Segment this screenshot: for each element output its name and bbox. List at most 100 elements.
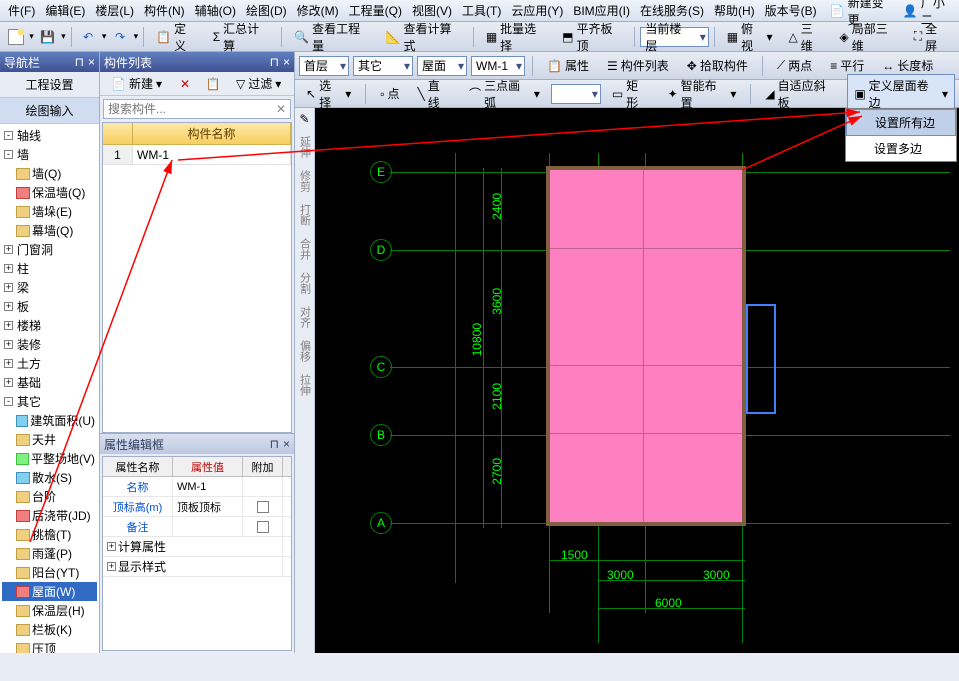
category-select[interactable]: 其它	[353, 56, 413, 76]
nav-panel-header: 导航栏 ⊓ ×	[0, 52, 99, 72]
menu-floor[interactable]: 楼层(L)	[91, 0, 138, 21]
prop-group[interactable]: + 计算属性	[103, 537, 291, 557]
menu-edit[interactable]: 编辑(E)	[41, 0, 89, 21]
extend-tool[interactable]: 延伸	[295, 134, 315, 160]
search-clear-icon[interactable]: ✕	[276, 102, 286, 116]
tree-item[interactable]: 屋面(W)	[2, 582, 97, 601]
offset-tool[interactable]: 偏移	[295, 338, 315, 364]
trim-tool[interactable]: 修剪	[295, 168, 315, 194]
nav-section-drawing[interactable]: 绘图输入	[0, 98, 99, 124]
new-file-icon[interactable]	[4, 25, 27, 49]
batch-select-button[interactable]: ▦ 批量选择	[479, 17, 553, 57]
wm-select[interactable]: WM-1	[471, 56, 525, 76]
view-calc-button[interactable]: 📐 查看计算式	[379, 17, 468, 57]
axis-label: C	[370, 356, 392, 378]
tree-item[interactable]: 压顶	[2, 639, 97, 653]
comp-close-icon[interactable]: ×	[283, 55, 290, 69]
fullscreen-button[interactable]: ⛶ 全屏	[907, 17, 955, 57]
tree-item[interactable]: +梁	[2, 278, 97, 297]
nav-section-settings[interactable]: 工程设置	[0, 72, 99, 98]
axis-label: A	[370, 512, 392, 534]
prop-group[interactable]: + 显示样式	[103, 557, 291, 577]
tree-item[interactable]: -墙	[2, 145, 97, 164]
3d-button[interactable]: △ 三维	[782, 17, 831, 57]
search-box[interactable]: ✕	[103, 99, 291, 119]
tree-item[interactable]: 墙(Q)	[2, 164, 97, 183]
tree-item[interactable]: +楼梯	[2, 316, 97, 335]
sum-calc-button[interactable]: Σ 汇总计算	[206, 17, 276, 57]
align-tool[interactable]: 对齐	[295, 304, 315, 330]
undo-icon[interactable]: ↶	[77, 25, 100, 49]
drawing-canvas[interactable]: E D C B A 2400 3600 2100 2700 10800 1500…	[315, 108, 959, 653]
copy-comp-icon[interactable]: 📋	[201, 72, 225, 96]
props-button[interactable]: 📋 属性	[540, 54, 596, 77]
tree-item[interactable]: 雨蓬(P)	[2, 544, 97, 563]
tree-item[interactable]: 保温层(H)	[2, 601, 97, 620]
comp-pin-icon[interactable]: ⊓	[270, 55, 279, 69]
roof-edge-dropdown: 设置所有边 设置多边	[845, 108, 957, 162]
comp-row[interactable]: 1 WM-1	[103, 145, 291, 165]
tree-item[interactable]: 平整场地(V)	[2, 449, 97, 468]
tree-item[interactable]: 墙垛(E)	[2, 202, 97, 221]
prop-pin-icon[interactable]: ⊓	[270, 437, 279, 451]
prop-row[interactable]: 顶标高(m)顶板顶标	[103, 497, 291, 517]
split-tool[interactable]: 分割	[295, 270, 315, 296]
tree-item[interactable]: +装修	[2, 335, 97, 354]
prop-row[interactable]: 备注	[103, 517, 291, 537]
new-comp-button[interactable]: 📄 新建 ▾	[104, 72, 169, 95]
point-tool[interactable]: ▫ 点	[373, 82, 406, 105]
canvas-toolbar-2: ↖ 选择 ▾ ▫ 点 ╲ 直线 ⌒ 三点画弧 ▾ ▭ 矩形 ✦ 智能布置 ▾ ◢…	[295, 80, 959, 108]
roof-select[interactable]: 屋面	[417, 56, 467, 76]
delete-comp-icon[interactable]: ✕	[173, 72, 197, 96]
prop-close-icon[interactable]: ×	[283, 437, 290, 451]
tree-item[interactable]: 天井	[2, 430, 97, 449]
stretch-tool[interactable]: 拉伸	[295, 372, 315, 398]
tree-item[interactable]: +土方	[2, 354, 97, 373]
arc-options[interactable]	[551, 84, 601, 104]
tree-item[interactable]: 台阶	[2, 487, 97, 506]
tree-item[interactable]: 阳台(YT)	[2, 563, 97, 582]
merge-tool[interactable]: 合并	[295, 236, 315, 262]
tree-item[interactable]: 栏板(K)	[2, 620, 97, 639]
tree-item[interactable]: +柱	[2, 259, 97, 278]
tree-item[interactable]: 保温墙(Q)	[2, 183, 97, 202]
menu-file[interactable]: 件(F)	[4, 0, 39, 21]
local-3d-button[interactable]: ◈ 局部三维	[833, 17, 905, 57]
menu-online[interactable]: 在线服务(S)	[636, 0, 708, 21]
nav-pin-icon[interactable]: ⊓	[75, 55, 84, 69]
axis-label: D	[370, 239, 392, 261]
dropdown-set-multi-edges[interactable]: 设置多边	[846, 136, 956, 161]
tree-item[interactable]: +基础	[2, 373, 97, 392]
pencil-tool-icon[interactable]: ✎	[299, 112, 309, 126]
redo-icon[interactable]: ↷	[108, 25, 131, 49]
property-panel: 属性编辑框 ⊓ × 属性名称 属性值 附加 名称WM-1顶标高(m)顶板顶标备注…	[100, 433, 294, 653]
comp-table: 构件名称 1 WM-1	[102, 122, 292, 433]
save-icon[interactable]: 💾	[36, 25, 59, 49]
floor-combo[interactable]: 当前楼层	[640, 27, 708, 47]
main-toolbar: ▾ 💾 ▾ ↶ ▾ ↷ ▾ 📋 定义 Σ 汇总计算 🔍 查看工程量 📐 查看计算…	[0, 22, 959, 52]
tree-item[interactable]: 挑檐(T)	[2, 525, 97, 544]
axis-label: E	[370, 161, 392, 183]
blue-outline	[746, 304, 776, 414]
filter-button[interactable]: ▽ 过滤 ▾	[229, 72, 288, 95]
tree-item[interactable]: 幕墙(Q)	[2, 221, 97, 240]
tree-item[interactable]: +门窗洞	[2, 240, 97, 259]
top-view-button[interactable]: ▦ 俯视 ▾	[720, 17, 780, 57]
flat-top-button[interactable]: ⬒ 平齐板顶	[555, 17, 629, 57]
tree-item[interactable]: -其它	[2, 392, 97, 411]
search-input[interactable]	[108, 102, 276, 116]
view-qty-button[interactable]: 🔍 查看工程量	[287, 17, 376, 57]
tree-item[interactable]: 散水(S)	[2, 468, 97, 487]
tree-item[interactable]: +板	[2, 297, 97, 316]
nav-close-icon[interactable]: ×	[88, 55, 95, 69]
dropdown-set-all-edges[interactable]: 设置所有边	[846, 109, 956, 136]
define-button[interactable]: 📋 定义	[149, 17, 204, 57]
tree-item[interactable]: -轴线	[2, 126, 97, 145]
break-tool[interactable]: 打断	[295, 202, 315, 228]
floor-select[interactable]: 首层	[299, 56, 349, 76]
tree-item[interactable]: 后浇带(JD)	[2, 506, 97, 525]
nav-panel: 导航栏 ⊓ × 工程设置 绘图输入 -轴线-墙墙(Q)保温墙(Q)墙垛(E)幕墙…	[0, 52, 100, 653]
roof-shape[interactable]	[546, 166, 746, 526]
tree-item[interactable]: 建筑面积(U)	[2, 411, 97, 430]
prop-row[interactable]: 名称WM-1	[103, 477, 291, 497]
